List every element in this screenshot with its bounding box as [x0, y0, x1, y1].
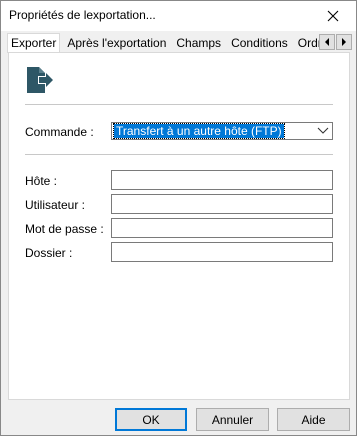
folder-field[interactable] [111, 242, 333, 262]
ok-button[interactable]: OK [115, 408, 187, 431]
close-button[interactable] [310, 1, 356, 31]
tabs-strip: Exporter Après l'exportation Champs Conditi… [7, 33, 320, 53]
header-separator [25, 104, 333, 105]
tab-conditions[interactable]: Conditions [228, 34, 291, 53]
tab-exporter[interactable]: Exporter [7, 33, 61, 53]
command-separator [25, 154, 333, 155]
host-label: Hôte : [25, 174, 58, 188]
user-field[interactable] [111, 194, 333, 214]
chevron-right-icon [342, 38, 346, 46]
password-label: Mot de passe : [25, 222, 104, 236]
chevron-left-icon [325, 38, 329, 46]
folder-label: Dossier : [25, 246, 73, 260]
help-button[interactable]: Aide [277, 408, 350, 431]
title-bar: Propriétés de lexportation... [1, 1, 356, 31]
command-selected-value: Transfert à un autre hôte (FTP) [113, 123, 285, 139]
tab-after-export[interactable]: Après l'exportation [64, 34, 169, 53]
tab-scroll-arrows [319, 34, 353, 50]
chevron-down-icon [315, 123, 331, 139]
host-field[interactable] [111, 170, 333, 190]
tab-bar: Exporter Après l'exportation Champs Conditi… [1, 31, 356, 53]
user-label: Utilisateur : [25, 198, 86, 212]
export-icon [27, 67, 53, 93]
cancel-button[interactable]: Annuler [196, 408, 269, 431]
tab-sort-order[interactable]: Ordre de tri [295, 34, 320, 53]
command-label: Commande : [25, 125, 94, 139]
password-field[interactable] [111, 218, 333, 238]
tab-scroll-right-button[interactable] [336, 34, 352, 50]
close-icon [327, 10, 339, 22]
window-title: Propriétés de lexportation... [9, 8, 156, 22]
command-dropdown[interactable]: Transfert à un autre hôte (FTP) [111, 122, 333, 140]
export-properties-dialog: Propriétés de lexportation... Exporter Ap… [0, 0, 357, 436]
tab-fields[interactable]: Champs [173, 34, 224, 53]
tab-scroll-left-button[interactable] [319, 34, 335, 50]
